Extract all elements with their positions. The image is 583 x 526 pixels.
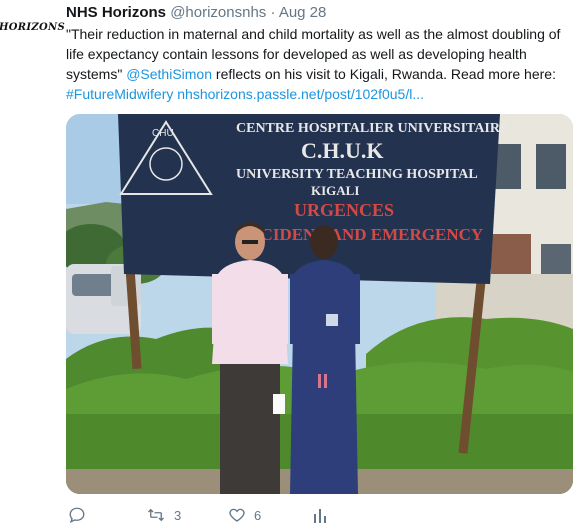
display-name[interactable]: NHS Horizons: [66, 4, 166, 21]
tweet-photo[interactable]: CHU CENTRE HOSPITALIER UNIVERSITAIRE C.H…: [66, 114, 573, 494]
sign-line-2: C.H.U.K: [301, 138, 384, 163]
sign-line-5: URGENCES: [294, 200, 394, 220]
retweet-icon: [148, 508, 164, 522]
avatar[interactable]: HORIZONS: [0, 18, 65, 36]
heart-icon: [229, 508, 245, 522]
sign-line-3: UNIVERSITY TEACHING HOSPITAL: [236, 167, 478, 182]
mention-link[interactable]: @SethiSimon: [126, 66, 212, 82]
photo-scene: CHU CENTRE HOSPITALIER UNIVERSITAIRE C.H…: [66, 114, 573, 494]
reply-button[interactable]: [68, 506, 94, 524]
user-handle[interactable]: @horizonsnhs: [170, 4, 266, 21]
sign-logo-text: CHU: [152, 128, 174, 139]
analytics-button[interactable]: [312, 506, 328, 524]
sign-line-1: CENTRE HOSPITALIER UNIVERSITAIRE: [236, 121, 509, 136]
hashtag-link[interactable]: #FutureMidwifery: [66, 86, 173, 102]
tweet-actions: 3 6: [66, 504, 566, 526]
sign-line-6: ACCIDENT AND EMERGENCY: [236, 225, 483, 244]
url-link[interactable]: nhshorizons.passle.net/post/102f0u5/l...: [177, 86, 424, 102]
avatar-logo-text: HORIZONS: [0, 21, 65, 33]
retweet-count: 3: [174, 507, 182, 523]
like-button[interactable]: 6: [228, 506, 261, 524]
tweet-date[interactable]: Aug 28: [279, 4, 327, 21]
sign-line-4: KIGALI: [311, 183, 359, 198]
analytics-icon: [314, 509, 326, 523]
tweet-header: NHS Horizons @horizonsnhs · Aug 28: [66, 4, 326, 22]
tweet-text: "Their reduction in maternal and child m…: [66, 24, 576, 104]
retweet-button[interactable]: 3: [146, 506, 181, 524]
tweet-card[interactable]: HORIZONS NHS Horizons @horizonsnhs · Aug…: [0, 0, 583, 526]
reply-icon: [69, 507, 85, 524]
tweet-text-part2: reflects on his visit to Kigali, Rwanda.…: [212, 66, 556, 82]
header-separator: ·: [270, 4, 276, 21]
like-count: 6: [254, 507, 262, 523]
